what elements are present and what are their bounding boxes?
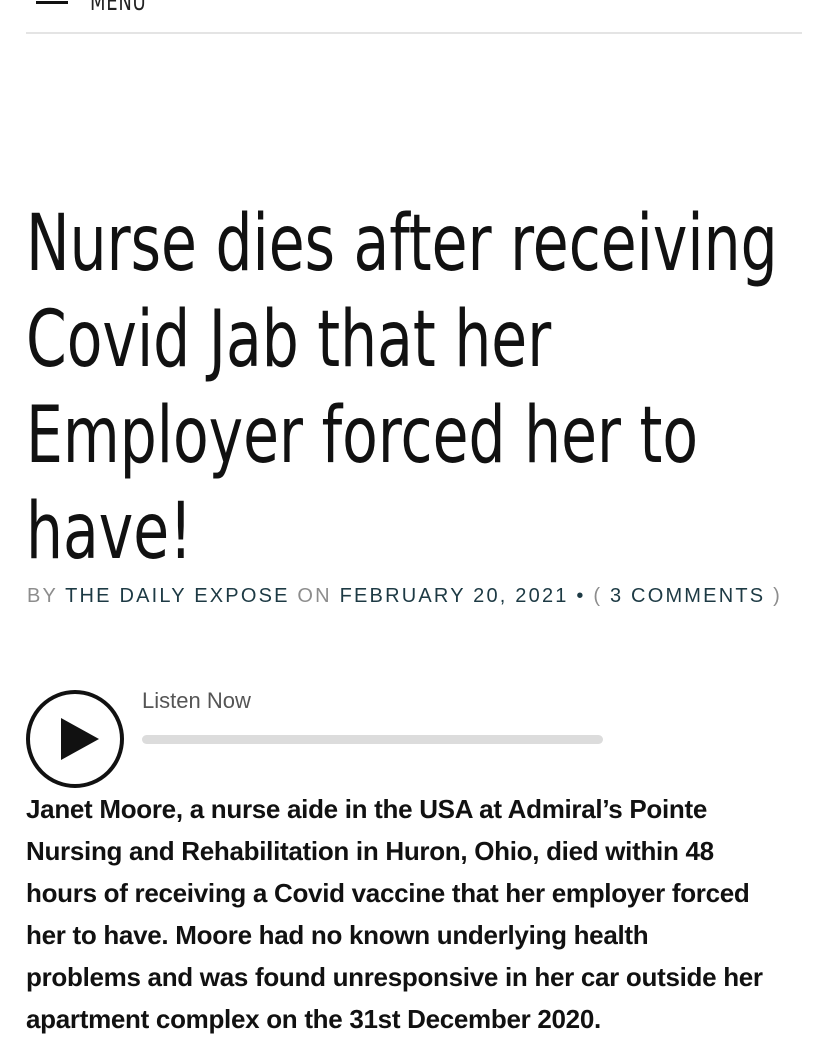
date-link[interactable]: FEBRUARY 20, 2021: [340, 585, 569, 607]
article-title-line: Employer forced her to: [26, 391, 699, 481]
article-body-paragraph: Janet Moore, a nurse aide in the USA at …: [26, 788, 816, 1040]
comments-link[interactable]: 3 COMMENTS: [610, 585, 765, 607]
article-title-line: have!: [26, 487, 193, 577]
listen-now-label: Listen Now: [142, 688, 251, 713]
body-line: problems and was found unresponsive in h…: [26, 962, 763, 992]
article-title-line: Nurse dies after receiving: [26, 199, 778, 289]
article-title: Nurse dies after receiving Covid Jab tha…: [26, 196, 819, 580]
byline-on: ON: [297, 585, 332, 607]
body-line: Janet Moore, a nurse aide in the USA at …: [26, 794, 708, 824]
body-line: her to have. Moore had no known underlyi…: [26, 920, 649, 950]
hamburger-menu-icon[interactable]: [36, 0, 68, 16]
audio-player: Listen Now: [26, 688, 626, 788]
play-icon[interactable]: [61, 718, 99, 760]
body-line: apartment complex on the 31st December 2…: [26, 1004, 601, 1034]
byline-close-paren: ): [773, 585, 782, 607]
menu-label[interactable]: MENU: [90, 0, 146, 16]
article-byline: BY THE DAILY EXPOSE ON FEBRUARY 20, 2021…: [27, 585, 782, 608]
audio-progress-bar[interactable]: [142, 735, 603, 744]
body-line: Nursing and Rehabilitation in Huron, Ohi…: [26, 836, 714, 866]
byline-by: BY: [27, 585, 58, 607]
author-link[interactable]: THE DAILY EXPOSE: [65, 585, 290, 607]
play-button[interactable]: [26, 690, 124, 788]
menu-button[interactable]: MENU: [36, 0, 168, 16]
article-title-line: Covid Jab that her: [26, 295, 552, 385]
byline-separator: •: [576, 585, 586, 607]
top-navigation-bar: MENU: [26, 0, 802, 34]
body-line: hours of receiving a Covid vaccine that …: [26, 878, 750, 908]
byline-open-paren: (: [593, 585, 603, 607]
